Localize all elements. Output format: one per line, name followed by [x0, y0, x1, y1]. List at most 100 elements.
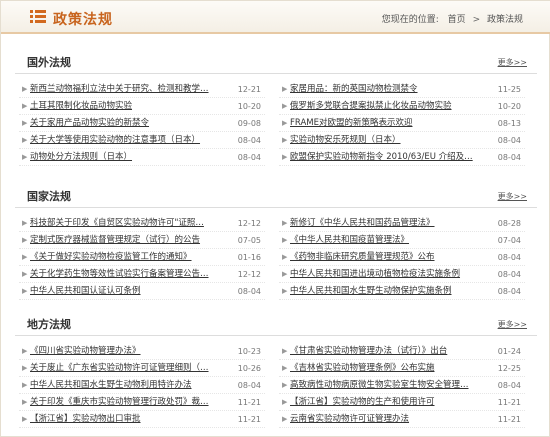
article-link[interactable]: 土耳其限制化妆品动物实验: [30, 98, 216, 115]
breadcrumb-current-link[interactable]: 政策法规: [487, 15, 523, 25]
list-item[interactable]: ▶ 云南省实验动物许可证管理办法 11-21: [279, 411, 525, 428]
more-link[interactable]: 更多>>: [498, 57, 527, 68]
article-link[interactable]: 中华人民共和国进出境动植物检疫法实施条例: [290, 266, 476, 283]
article-date: 08-04: [497, 381, 521, 390]
list-item[interactable]: ▶ 《中华人民共和国疫苗管理法》 07-04: [279, 232, 525, 249]
article-link[interactable]: 《甘肃省实验动物管理办法（试行）》出台: [290, 343, 476, 360]
bullet-icon: ▶: [22, 381, 28, 389]
list-item[interactable]: ▶ 关于化学药生物等效性试验实行备案管理公告… 12-12: [19, 266, 265, 283]
article-link[interactable]: 实验动物安乐死规则（日本）: [290, 132, 476, 149]
more-link[interactable]: 更多>>: [498, 191, 527, 202]
list-item[interactable]: ▶ 《吉林省实验动物管理条例》公布实施 12-25: [279, 360, 525, 377]
list-item[interactable]: ▶ 关于废止《广东省实验动物许可证管理细则（… 10-26: [19, 360, 265, 377]
list-item[interactable]: ▶ 【浙江省】实验动物出口审批 11-21: [19, 411, 265, 428]
article-link[interactable]: 中华人民共和国认证认可条例: [30, 283, 216, 300]
news-column-right: ▶ 新修订《中华人民共和国药品管理法》 08-28 ▶ 《中华人民共和国疫苗管理法》 07…: [279, 215, 525, 300]
article-link[interactable]: 高致病性动物病原微生物实验室生物安全管理…: [290, 377, 476, 394]
article-link[interactable]: 俄罗斯多党联合提案拟禁止化妆品动物实验: [290, 98, 476, 115]
bullet-icon: ▶: [282, 236, 288, 244]
article-link[interactable]: 《药物非临床研究质量管理规范》公布: [290, 249, 476, 266]
article-date: 10-20: [497, 102, 521, 111]
article-link[interactable]: 定制式医疗器械监督管理规定（试行）的公告: [30, 232, 216, 249]
article-link[interactable]: 关于印发《重庆市实验动物管理行政处罚》裁…: [30, 394, 216, 411]
article-date: 11-25: [497, 85, 521, 94]
bullet-icon: ▶: [282, 270, 288, 278]
article-date: 12-21: [237, 85, 261, 94]
bullet-icon: ▶: [282, 153, 288, 161]
article-link[interactable]: 关于家用产品动物实验的新禁令: [30, 115, 216, 132]
section-header: 国家法规 更多>>: [15, 183, 537, 208]
list-item[interactable]: ▶ 关于家用产品动物实验的新禁令 09-08: [19, 115, 265, 132]
article-link[interactable]: 中华人民共和国水生野生动物利用特许办法: [30, 377, 216, 394]
article-date: 01-24: [497, 347, 521, 356]
news-column-right: ▶ 《甘肃省实验动物管理办法（试行）》出台 01-24 ▶ 《吉林省实验动物管理条例》公…: [279, 343, 525, 428]
article-link[interactable]: 中华人民共和国水生野生动物保护实施条例: [290, 283, 476, 300]
list-item[interactable]: ▶ 定制式医疗器械监督管理规定（试行）的公告 07-05: [19, 232, 265, 249]
bullet-icon: ▶: [282, 364, 288, 372]
list-item[interactable]: ▶ 新西兰动物福利立法中关于研究、检测和教学… 12-21: [19, 81, 265, 98]
list-item[interactable]: ▶ 动物处分方法规则（日本） 08-04: [19, 149, 265, 166]
article-link[interactable]: 云南省实验动物许可证管理办法: [290, 411, 476, 428]
article-link[interactable]: 科技部关于印发《自贸区实验动物许可"证照…: [30, 215, 216, 232]
article-link[interactable]: 【浙江省】实验动物出口审批: [30, 411, 216, 428]
list-item[interactable]: ▶ 俄罗斯多党联合提案拟禁止化妆品动物实验 10-20: [279, 98, 525, 115]
list-item[interactable]: ▶ 新修订《中华人民共和国药品管理法》 08-28: [279, 215, 525, 232]
article-link[interactable]: 新修订《中华人民共和国药品管理法》: [290, 215, 476, 232]
article-link[interactable]: 《中华人民共和国疫苗管理法》: [290, 232, 476, 249]
article-date: 08-04: [497, 136, 521, 145]
news-column-left: ▶ 科技部关于印发《自贸区实验动物许可"证照… 12-12 ▶ 定制式医疗器械监督管理规…: [19, 215, 265, 300]
list-item[interactable]: ▶ FRAME对欧盟的新策略表示欢迎 08-13: [279, 115, 525, 132]
article-link[interactable]: 动物处分方法规则（日本）: [30, 149, 216, 166]
article-link[interactable]: 新西兰动物福利立法中关于研究、检测和教学…: [30, 81, 216, 98]
article-link[interactable]: 《四川省实验动物管理办法》: [30, 343, 216, 360]
article-link[interactable]: 欧盟保护实验动物新指令 2010/63/EU 介绍及…: [290, 149, 476, 166]
list-item[interactable]: ▶ 高致病性动物病原微生物实验室生物安全管理… 08-04: [279, 377, 525, 394]
article-link[interactable]: 关于化学药生物等效性试验实行备案管理公告…: [30, 266, 216, 283]
bullet-icon: ▶: [282, 287, 288, 295]
article-date: 08-28: [497, 219, 521, 228]
article-link[interactable]: 《关于做好实验动物检疫监管工作的通知》: [30, 249, 216, 266]
bullet-icon: ▶: [22, 136, 28, 144]
list-item[interactable]: ▶ 欧盟保护实验动物新指令 2010/63/EU 介绍及… 08-04: [279, 149, 525, 166]
article-date: 08-04: [237, 136, 261, 145]
list-item[interactable]: ▶ 中华人民共和国进出境动植物检疫法实施条例 08-04: [279, 266, 525, 283]
location-label: 您现在的位置:: [381, 15, 439, 25]
bullet-icon: ▶: [22, 153, 28, 161]
article-link[interactable]: 【浙江省】实验动物的生产和使用许可: [290, 394, 476, 411]
more-link[interactable]: 更多>>: [498, 319, 527, 330]
list-item[interactable]: ▶ 中华人民共和国水生野生动物保护实施条例 08-04: [279, 283, 525, 300]
list-item[interactable]: ▶ 关于大学等使用实验动物的注意事项（日本） 08-04: [19, 132, 265, 149]
article-link[interactable]: 关于大学等使用实验动物的注意事项（日本）: [30, 132, 216, 149]
news-column-left: ▶ 《四川省实验动物管理办法》 10-23 ▶ 关于废止《广东省实验动物许可证管理细则（…: [19, 343, 265, 428]
article-date: 10-26: [237, 364, 261, 373]
bullet-icon: ▶: [282, 119, 288, 127]
bullet-icon: ▶: [22, 270, 28, 278]
list-item[interactable]: ▶ 中华人民共和国水生野生动物利用特许办法 08-04: [19, 377, 265, 394]
list-item[interactable]: ▶ 《药物非临床研究质量管理规范》公布 08-04: [279, 249, 525, 266]
list-item[interactable]: ▶ 关于印发《重庆市实验动物管理行政处罚》裁… 11-21: [19, 394, 265, 411]
bullet-icon: ▶: [22, 347, 28, 355]
article-link[interactable]: FRAME对欧盟的新策略表示欢迎: [290, 115, 476, 132]
article-link[interactable]: 关于废止《广东省实验动物许可证管理细则（…: [30, 360, 216, 377]
breadcrumb-home-link[interactable]: 首页: [448, 15, 466, 25]
list-item[interactable]: ▶ 《关于做好实验动物检疫监管工作的通知》 01-16: [19, 249, 265, 266]
article-link[interactable]: 家居用品：新的英国动物检测禁令: [290, 81, 476, 98]
bullet-icon: ▶: [282, 347, 288, 355]
list-item[interactable]: ▶ 土耳其限制化妆品动物实验 10-20: [19, 98, 265, 115]
article-date: 08-04: [237, 287, 261, 296]
breadcrumb-separator: >: [472, 15, 481, 25]
article-link[interactable]: 《吉林省实验动物管理条例》公布实施: [290, 360, 476, 377]
list-item[interactable]: ▶ 科技部关于印发《自贸区实验动物许可"证照… 12-12: [19, 215, 265, 232]
list-item[interactable]: ▶ 实验动物安乐死规则（日本） 08-04: [279, 132, 525, 149]
news-column-right: ▶ 家居用品：新的英国动物检测禁令 11-25 ▶ 俄罗斯多党联合提案拟禁止化妆品动物实…: [279, 81, 525, 166]
page-title: 政策法规: [53, 12, 113, 28]
bullet-icon: ▶: [282, 415, 288, 423]
list-item[interactable]: ▶ 《四川省实验动物管理办法》 10-23: [19, 343, 265, 360]
list-item[interactable]: ▶ 家居用品：新的英国动物检测禁令 11-25: [279, 81, 525, 98]
list-item[interactable]: ▶ 【浙江省】实验动物的生产和使用许可 11-21: [279, 394, 525, 411]
list-item[interactable]: ▶ 中华人民共和国认证认可条例 08-04: [19, 283, 265, 300]
list-item[interactable]: ▶ 《甘肃省实验动物管理办法（试行）》出台 01-24: [279, 343, 525, 360]
bullet-icon: ▶: [282, 381, 288, 389]
bullet-icon: ▶: [22, 415, 28, 423]
bullet-icon: ▶: [282, 102, 288, 110]
